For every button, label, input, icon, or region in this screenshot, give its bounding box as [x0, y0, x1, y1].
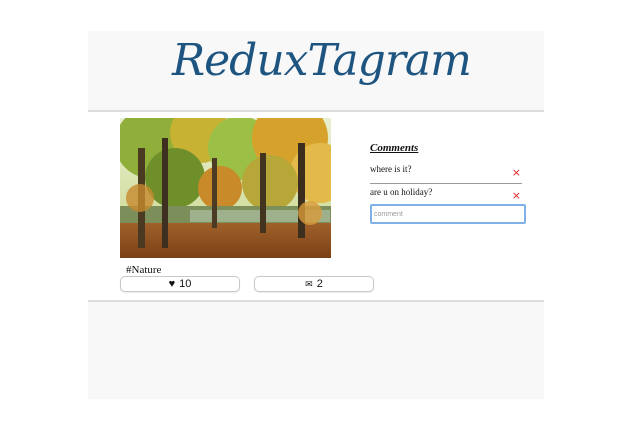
comment-item: where is it? × [370, 162, 522, 184]
comment-input[interactable] [370, 204, 526, 224]
remove-comment-icon[interactable]: × [512, 167, 521, 178]
comments-count: 2 [316, 278, 323, 290]
app-container: ReduxTagram #Nature ♥ 10 ✉ 2 Comments wh… [88, 31, 544, 399]
post-photo[interactable] [120, 118, 331, 258]
comment-text: where is it? [370, 164, 412, 174]
comments-panel: Comments where is it? × are u on holiday… [370, 142, 526, 224]
likes-count: 10 [179, 278, 192, 290]
comments-title: Comments [370, 142, 419, 154]
envelope-icon: ✉ [305, 278, 313, 289]
remove-comment-icon[interactable]: × [512, 190, 521, 201]
heart-icon: ♥ [168, 278, 176, 290]
comment-text: are u on holiday? [370, 187, 433, 197]
comments-button[interactable]: ✉ 2 [254, 276, 374, 292]
like-button[interactable]: ♥ 10 [120, 276, 240, 292]
forest-image [120, 118, 331, 258]
app-logo[interactable]: ReduxTagram [172, 35, 472, 86]
post-caption: #Nature [126, 264, 162, 276]
header: ReduxTagram [88, 31, 544, 112]
single-photo-view: #Nature ♥ 10 ✉ 2 Comments where is it? ×… [88, 112, 544, 302]
